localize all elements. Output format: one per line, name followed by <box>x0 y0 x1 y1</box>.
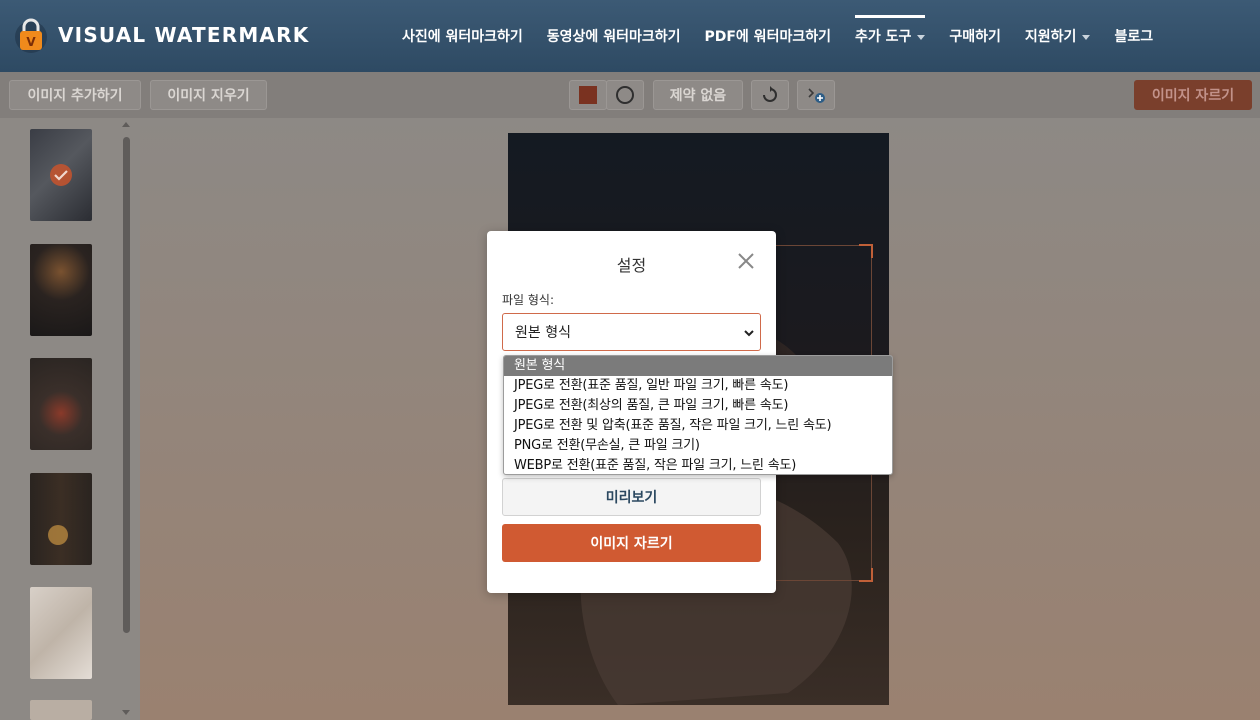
add-images-button[interactable]: 이미지 추가하기 <box>9 80 141 110</box>
thumbnail-6[interactable] <box>30 700 92 720</box>
format-option-png[interactable]: PNG로 전환(무손실, 큰 파일 크기) <box>504 436 892 456</box>
rotate-button[interactable] <box>751 80 789 110</box>
nav-blog[interactable]: 블로그 <box>1114 0 1153 72</box>
thumbnail-2[interactable] <box>30 244 92 336</box>
chevron-down-icon <box>744 330 754 337</box>
caret-down-icon <box>1082 34 1091 40</box>
nav-watermark-videos[interactable]: 동영상에 워터마크하기 <box>547 0 681 72</box>
scroll-up-icon[interactable] <box>122 122 130 127</box>
clear-images-button[interactable]: 이미지 지우기 <box>150 80 267 110</box>
crop-handle-top-right[interactable] <box>859 244 873 258</box>
caret-down-icon <box>917 34 926 40</box>
crop-images-top-button[interactable]: 이미지 자르기 <box>1134 80 1252 110</box>
selected-format-text: 원본 형식 <box>515 325 571 341</box>
image-add-icon <box>808 88 825 103</box>
main-nav: 사진에 워터마크하기 동영상에 워터마크하기 PDF에 워터마크하기 추가 도구… <box>390 0 1165 72</box>
sidebar-scrollbar[interactable] <box>123 137 130 633</box>
preview-button[interactable]: 미리보기 <box>502 478 761 516</box>
square-icon <box>579 86 597 104</box>
nav-label: 동영상에 워터마크하기 <box>546 29 681 45</box>
nav-label: 구매하기 <box>949 29 1001 45</box>
dialog-title: 설정 <box>616 256 647 275</box>
rotate-icon <box>763 86 777 102</box>
nav-label: 사진에 워터마크하기 <box>402 29 523 45</box>
logo[interactable]: V VISUAL WATERMARK <box>14 16 309 54</box>
aspect-ratio-button[interactable]: 제약 없음 <box>653 80 743 110</box>
file-format-select[interactable]: 원본 형식 <box>502 313 761 351</box>
nav-label: PDF에 워터마크하기 <box>704 29 831 45</box>
file-format-label: 파일 형식: <box>502 293 555 307</box>
thumbnail-5[interactable] <box>30 587 92 679</box>
format-option-jpeg-standard[interactable]: JPEG로 전환(표준 품질, 일반 파일 크기, 빠른 속도) <box>504 376 892 396</box>
crop-image-button[interactable]: 이미지 자르기 <box>502 524 761 562</box>
nav-label: 지원하기 <box>1024 29 1077 45</box>
nav-watermark-photos[interactable]: 사진에 워터마크하기 <box>402 0 523 72</box>
thumbnail-art <box>48 525 68 545</box>
thumbnail-3[interactable] <box>30 358 92 450</box>
nav-buy[interactable]: 구매하기 <box>949 0 1001 72</box>
format-option-webp[interactable]: WEBP로 전환(표준 품질, 작은 파일 크기, 느린 속도) <box>504 456 892 474</box>
scroll-down-icon[interactable] <box>122 710 130 715</box>
logo-text: VISUAL WATERMARK <box>58 23 310 47</box>
file-format-options: 원본 형식 JPEG로 전환(표준 품질, 일반 파일 크기, 빠른 속도) J… <box>503 355 893 475</box>
toolbar: 이미지 추가하기 이미지 지우기 제약 없음 이미지 자르기 <box>0 72 1260 118</box>
thumbnail-4[interactable] <box>30 473 92 565</box>
nav-watermark-pdf[interactable]: PDF에 워터마크하기 <box>704 0 830 72</box>
circle-shape-button[interactable] <box>606 80 644 110</box>
crop-handle-bottom-right[interactable] <box>859 568 873 582</box>
circle-icon <box>616 86 634 104</box>
lock-logo-icon: V <box>15 18 47 53</box>
format-option-jpeg-compress[interactable]: JPEG로 전환 및 압축(표준 품질, 작은 파일 크기, 느린 속도) <box>504 416 892 436</box>
format-option-jpeg-best[interactable]: JPEG로 전환(최상의 품질, 큰 파일 크기, 빠른 속도) <box>504 396 892 416</box>
nav-label: 추가 도구 <box>854 29 912 45</box>
thumbnail-1[interactable] <box>30 129 92 221</box>
nav-label: 블로그 <box>1114 29 1154 45</box>
nav-more-tools[interactable]: 추가 도구 <box>854 0 926 72</box>
site-header: V VISUAL WATERMARK 사진에 워터마크하기 동영상에 워터마크하… <box>0 0 1260 72</box>
svg-text:V: V <box>26 35 36 49</box>
check-circle-icon <box>50 164 72 186</box>
close-icon[interactable] <box>736 251 756 271</box>
format-option-original[interactable]: 원본 형식 <box>504 356 892 376</box>
rect-shape-button[interactable] <box>569 80 607 110</box>
nav-support[interactable]: 지원하기 <box>1025 0 1091 72</box>
add-logo-button[interactable] <box>797 80 835 110</box>
